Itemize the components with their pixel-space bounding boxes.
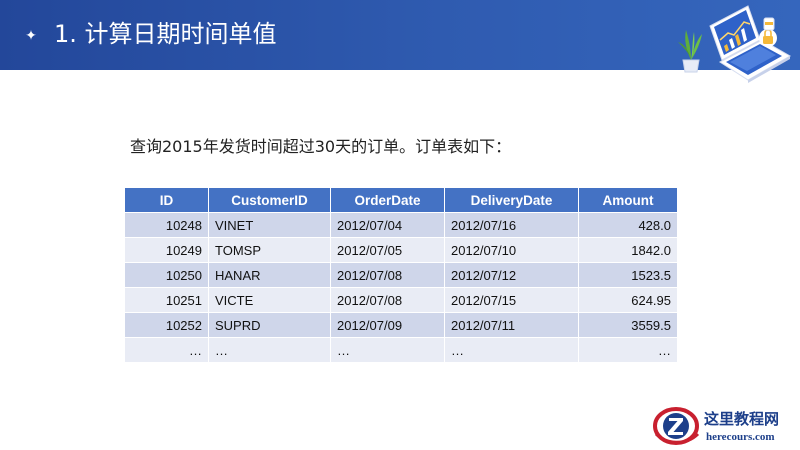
cell-customer-id: VICTE <box>208 287 331 313</box>
laptop-chart-illustration <box>678 5 792 83</box>
cell-amount: … <box>578 337 678 363</box>
cell-id: 10249 <box>124 237 209 263</box>
cell-amount: 3559.5 <box>578 312 678 338</box>
cell-delivery-date: 2012/07/12 <box>444 262 579 288</box>
cell-customer-id: VINET <box>208 212 331 238</box>
column-header-amount: Amount <box>578 187 678 213</box>
cell-delivery-date: 2012/07/15 <box>444 287 579 313</box>
cell-id: 10251 <box>124 287 209 313</box>
cell-delivery-date: 2012/07/11 <box>444 312 579 338</box>
cell-order-date: 2012/07/08 <box>330 262 445 288</box>
cell-customer-id: HANAR <box>208 262 331 288</box>
cell-amount: 1523.5 <box>578 262 678 288</box>
column-header-delivery-date: DeliveryDate <box>444 187 579 213</box>
table-row-ellipsis: … … … … … <box>124 337 678 363</box>
column-header-order-date: OrderDate <box>330 187 445 213</box>
cell-customer-id: SUPRD <box>208 312 331 338</box>
cell-customer-id: TOMSP <box>208 237 331 263</box>
table-row: 10249 TOMSP 2012/07/05 2012/07/10 1842.0 <box>124 237 678 263</box>
site-domain: herecours.com <box>706 431 775 443</box>
cell-delivery-date: 2012/07/16 <box>444 212 579 238</box>
cell-order-date: … <box>330 337 445 363</box>
cell-id: 10250 <box>124 262 209 288</box>
table-row: 10251 VICTE 2012/07/08 2012/07/15 624.95 <box>124 287 678 313</box>
table-row: 10250 HANAR 2012/07/08 2012/07/12 1523.5 <box>124 262 678 288</box>
site-name: 这里教程网 <box>704 410 780 428</box>
cell-amount: 624.95 <box>578 287 678 313</box>
slide-title: 1. 计算日期时间单值 <box>54 20 277 48</box>
cell-delivery-date: 2012/07/10 <box>444 237 579 263</box>
cell-order-date: 2012/07/09 <box>330 312 445 338</box>
cell-amount: 1842.0 <box>578 237 678 263</box>
cell-amount: 428.0 <box>578 212 678 238</box>
orders-table: ID CustomerID OrderDate DeliveryDate Amo… <box>124 187 678 363</box>
column-header-id: ID <box>124 187 209 213</box>
sparkle-bullet-icon: ✦ <box>25 27 37 43</box>
cell-order-date: 2012/07/05 <box>330 237 445 263</box>
cell-id: 10248 <box>124 212 209 238</box>
column-header-customer-id: CustomerID <box>208 187 331 213</box>
cell-customer-id: … <box>208 337 331 363</box>
cell-delivery-date: … <box>444 337 579 363</box>
intro-text: 查询2015年发货时间超过30天的订单。订单表如下： <box>130 137 512 156</box>
cell-order-date: 2012/07/04 <box>330 212 445 238</box>
cell-id: 10252 <box>124 312 209 338</box>
site-logo-mark <box>653 407 700 445</box>
site-logo: 这里教程网 herecours.com <box>652 404 798 448</box>
cell-id: … <box>124 337 209 363</box>
table-row: 10248 VINET 2012/07/04 2012/07/16 428.0 <box>124 212 678 238</box>
table-row: 10252 SUPRD 2012/07/09 2012/07/11 3559.5 <box>124 312 678 338</box>
cell-order-date: 2012/07/08 <box>330 287 445 313</box>
table-header-row: ID CustomerID OrderDate DeliveryDate Amo… <box>124 187 678 213</box>
